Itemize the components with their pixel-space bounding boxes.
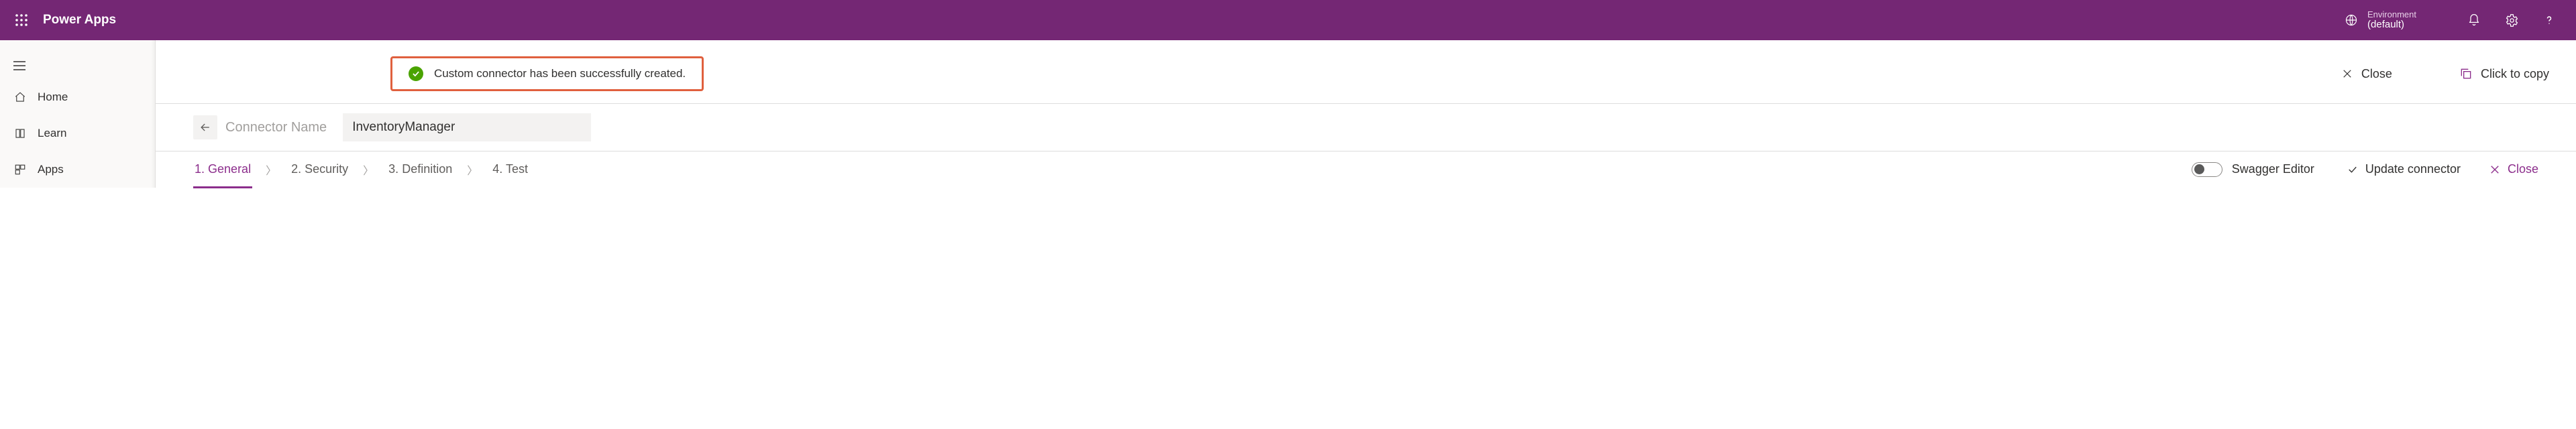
- chevron-right-icon: 〉: [266, 162, 276, 178]
- globe-icon: [2345, 13, 2358, 27]
- nav-item-apps[interactable]: Apps: [0, 151, 155, 188]
- nav-item-home[interactable]: Home: [0, 79, 155, 115]
- home-icon: [13, 91, 27, 103]
- connector-name-row: Connector Name: [156, 104, 2576, 151]
- settings-button[interactable]: [2493, 0, 2530, 40]
- sidebar-item-label: Learn: [38, 127, 66, 140]
- notification-bar: Custom connector has been successfully c…: [156, 40, 2576, 103]
- connector-name-input[interactable]: [343, 113, 591, 141]
- toggle-off-icon[interactable]: [2192, 162, 2222, 177]
- back-button[interactable]: [193, 115, 217, 139]
- book-icon: [13, 127, 27, 139]
- nav-item-learn[interactable]: Learn: [0, 115, 155, 151]
- help-button[interactable]: [2530, 0, 2568, 40]
- wizard-step-test[interactable]: 4. Test: [491, 158, 529, 180]
- chevron-right-icon: 〉: [363, 162, 374, 178]
- wizard-close-button[interactable]: Close: [2489, 162, 2538, 176]
- success-notification: Custom connector has been successfully c…: [390, 56, 704, 91]
- notification-copy-label: Click to copy: [2481, 67, 2549, 81]
- environment-value: (default): [2367, 19, 2416, 31]
- sidebar-item-label: Apps: [38, 163, 64, 176]
- global-header: Power Apps Environment (default): [0, 0, 2576, 40]
- environment-label: Environment: [2367, 10, 2416, 19]
- wizard-steps: 1. General 〉 2. Security 〉 3. Definition…: [156, 151, 2576, 187]
- notification-text: Custom connector has been successfully c…: [434, 67, 686, 80]
- copy-icon: [2459, 67, 2473, 80]
- connector-name-label: Connector Name: [225, 120, 327, 135]
- success-check-icon: [409, 66, 423, 81]
- update-connector-button[interactable]: Update connector: [2347, 162, 2461, 176]
- click-to-copy-button[interactable]: Click to copy: [2459, 67, 2549, 81]
- chevron-right-icon: 〉: [467, 162, 478, 178]
- sidebar-item-label: Home: [38, 90, 68, 104]
- swagger-editor-toggle[interactable]: Swagger Editor: [2192, 162, 2314, 177]
- wizard-step-definition[interactable]: 3. Definition: [387, 158, 453, 180]
- arrow-left-icon: [199, 121, 212, 134]
- main-content: Custom connector has been successfully c…: [156, 40, 2576, 188]
- product-title[interactable]: Power Apps: [43, 13, 116, 27]
- bell-icon: [2467, 13, 2481, 27]
- notifications-button[interactable]: [2455, 0, 2493, 40]
- notification-close-label: Close: [2361, 67, 2392, 81]
- collapse-nav-button[interactable]: [0, 52, 32, 79]
- app-launcher-button[interactable]: [8, 7, 35, 34]
- close-notification-button[interactable]: Close: [2341, 67, 2392, 81]
- wizard-step-security[interactable]: 2. Security: [290, 158, 350, 180]
- gear-icon: [2505, 13, 2519, 27]
- environment-selector[interactable]: Environment (default): [2332, 10, 2428, 31]
- swagger-editor-label: Swagger Editor: [2232, 162, 2314, 176]
- hamburger-icon: [13, 61, 25, 70]
- close-icon: [2489, 164, 2501, 176]
- wizard-step-general[interactable]: 1. General: [193, 158, 252, 180]
- close-icon: [2341, 68, 2353, 80]
- left-nav: Home Learn Apps: [0, 40, 156, 188]
- question-icon: [2542, 13, 2556, 27]
- grid-icon: [13, 164, 27, 176]
- waffle-icon: [15, 14, 28, 26]
- checkmark-icon: [2347, 164, 2359, 176]
